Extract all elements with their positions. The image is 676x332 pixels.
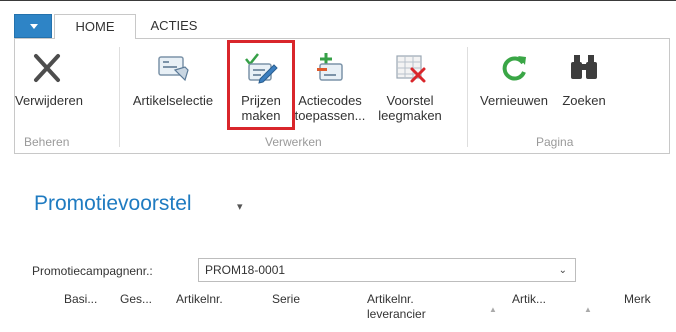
artikelselectie-button[interactable]: Artikelselectie [127,39,219,131]
title-dropdown-icon[interactable]: ▾ [237,200,243,213]
sort-up-icon: ▲ [584,305,592,314]
column-header-artikelnr-lev-line1: Artikelnr. [367,292,414,306]
chevron-down-icon[interactable]: ⌄ [559,265,567,276]
group-label-beheren: Beheren [24,135,70,149]
verwijderen-label: Verwijderen [15,93,83,108]
vernieuwen-button[interactable]: Vernieuwen [477,39,551,131]
column-header-serie[interactable]: Serie [272,292,300,306]
campaign-number-value: PROM18-0001 [205,263,286,277]
group-separator [119,47,120,147]
binoculars-icon [571,55,597,79]
clear-proposal-icon [396,55,426,83]
apply-action-codes-icon [317,53,343,81]
vernieuwen-label: Vernieuwen [480,93,548,108]
zoeken-button[interactable]: Zoeken [553,39,615,131]
column-header-artikelnr-leverancier[interactable]: Artikelnr. leverancier [367,292,426,322]
ribbon: Verwijderen Beheren Artikelselectie Prij… [14,38,670,154]
actiecodes-toepassen-button[interactable]: Actiecodes toepassen... [293,39,367,131]
voorstel-label: Voorstel leegmaken [371,93,449,123]
column-header-artikelnr[interactable]: Artikelnr. [176,292,223,306]
voorstel-leegmaken-button[interactable]: Voorstel leegmaken [371,39,449,131]
campaign-number-label: Promotiecampagnenr.: [32,264,153,278]
voorstel-label-line1: Voorstel [386,93,434,108]
column-header-basi[interactable]: Basi... [64,292,97,306]
grid-header: Basi... Ges... Artikelnr. Serie Artikeln… [0,288,676,332]
app-menu-button[interactable] [14,14,52,38]
actiecodes-label-line1: Actiecodes [298,93,362,108]
tab-home[interactable]: HOME [54,14,136,39]
delete-x-icon [34,54,60,82]
group-label-pagina: Pagina [536,135,574,149]
window-frame: HOME ACTIES Verwijderen Beheren Artikels… [0,0,676,332]
caret-down-icon [30,24,38,29]
zoeken-label: Zoeken [562,93,606,108]
tab-acties[interactable]: ACTIES [138,14,210,39]
column-header-ges[interactable]: Ges... [120,292,152,306]
group-label-verwerken: Verwerken [265,135,322,149]
actiecodes-label-line2: toepassen... [294,108,366,123]
column-header-merk[interactable]: Merk [624,292,651,306]
verwijderen-button[interactable]: Verwijderen [15,39,83,131]
refresh-icon [502,56,526,81]
column-header-artikelnr-lev-line2: leverancier [367,307,426,321]
campaign-number-field[interactable]: PROM18-0001 ⌄ [198,258,576,282]
actiecodes-label: Actiecodes toepassen... [293,93,367,123]
item-selection-icon [158,56,189,82]
group-separator [467,47,468,147]
sort-up-icon: ▲ [489,305,497,314]
artikelselectie-label: Artikelselectie [132,93,214,108]
column-header-artik[interactable]: Artik... [512,292,546,306]
voorstel-label-line2: leegmaken [378,108,442,123]
highlight-box [227,40,295,130]
page-title: Promotievoorstel [34,192,192,215]
